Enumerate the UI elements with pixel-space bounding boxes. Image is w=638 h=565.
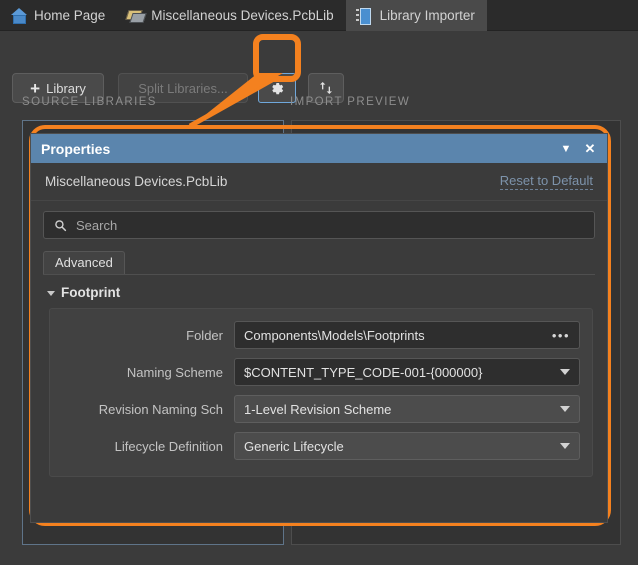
folder-input[interactable]: Components\Models\Footprints ••• [234,321,580,349]
document-name: Miscellaneous Devices.PcbLib [45,174,228,189]
source-libraries-header: SOURCE LIBRARIES [22,96,157,108]
split-libraries-button-label: Split Libraries... [138,80,228,96]
add-library-button-label: Library [46,80,86,96]
close-icon[interactable]: ✕ [581,140,599,158]
importer-toolbar: + Library Split Libraries... [0,31,638,103]
reset-to-default-link[interactable]: Reset to Default [499,173,593,190]
group-footprint-body: Folder Components\Models\Footprints ••• … [49,308,593,477]
field-label-folder: Folder [186,327,223,343]
tab-home-page-label: Home Page [34,8,106,23]
group-footprint-header[interactable]: Footprint [47,285,607,300]
tab-library-importer[interactable]: Library Importer [345,0,487,31]
library-icon [127,7,144,24]
tab-miscellaneous-devices-pcblib[interactable]: Miscellaneous Devices.PcbLib [117,0,345,31]
revision-naming-scheme-value: 1-Level Revision Scheme [244,401,392,417]
properties-titlebar: Properties ▼ ✕ [31,134,607,163]
tab-miscellaneous-devices-pcblib-label: Miscellaneous Devices.PcbLib [151,8,334,23]
search-icon [55,219,67,231]
naming-scheme-dropdown[interactable]: $CONTENT_TYPE_CODE-001-{000000} [234,358,580,386]
properties-subheader: Miscellaneous Devices.PcbLib Reset to De… [31,163,607,201]
search-container: Search [31,201,607,239]
home-icon [10,7,27,24]
chevron-down-icon [47,291,55,296]
field-label-lifecycle-definition: Lifecycle Definition [114,438,223,454]
tab-home-page[interactable]: Home Page [0,0,117,31]
chevron-down-icon[interactable]: ▼ [557,140,575,158]
properties-tab-row: Advanced [43,251,595,275]
naming-scheme-value: $CONTENT_TYPE_CODE-001-{000000} [244,364,483,380]
chevron-down-icon [560,369,570,375]
field-label-revision-naming-scheme: Revision Naming Sch [98,401,223,417]
search-input[interactable]: Search [43,211,595,239]
revision-naming-scheme-dropdown[interactable]: 1-Level Revision Scheme [234,395,580,423]
page-title: Properties [41,140,111,157]
chip-icon [355,7,373,25]
document-tab-bar: Home Page Miscellaneous Devices.PcbLib L… [0,0,638,31]
tab-advanced[interactable]: Advanced [43,251,125,274]
lifecycle-definition-dropdown[interactable]: Generic Lifecycle [234,432,580,460]
group-footprint-title: Footprint [61,285,121,300]
tab-advanced-label: Advanced [55,255,113,270]
field-label-naming-scheme: Naming Scheme [126,364,223,380]
chevron-down-icon [560,443,570,449]
swap-icon [320,82,332,94]
field-row-lifecycle-definition: Lifecycle Definition Generic Lifecycle [62,432,580,460]
search-placeholder: Search [76,217,118,233]
properties-panel: Properties ▼ ✕ Miscellaneous Devices.Pcb… [30,133,608,523]
import-preview-header: IMPORT PREVIEW [290,96,411,108]
tab-library-importer-label: Library Importer [379,8,475,23]
gear-icon [271,82,283,94]
browse-folder-button[interactable]: ••• [552,328,570,343]
lifecycle-definition-value: Generic Lifecycle [244,438,344,454]
application-window: Home Page Miscellaneous Devices.PcbLib L… [0,0,638,565]
field-row-folder: Folder Components\Models\Footprints ••• [62,321,580,349]
field-row-naming-scheme: Naming Scheme $CONTENT_TYPE_CODE-001-{00… [62,358,580,386]
field-row-revision-naming-scheme: Revision Naming Sch 1-Level Revision Sch… [62,395,580,423]
folder-value: Components\Models\Footprints [244,327,425,343]
chevron-down-icon [560,406,570,412]
plus-icon: + [30,78,41,98]
